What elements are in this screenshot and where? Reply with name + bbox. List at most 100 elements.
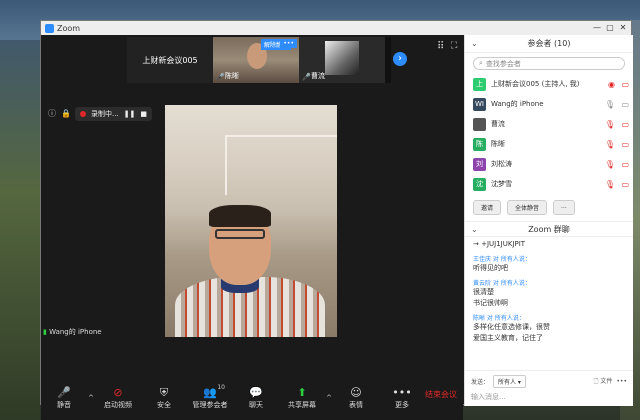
camera-off-icon[interactable]: ▭	[621, 140, 629, 149]
security-button[interactable]: ⛨ 安全	[141, 386, 187, 410]
chevron-down-icon[interactable]: ⌄	[471, 225, 478, 234]
chat-message-text: 多样化任意选修课，很赞 爱国主义教育，记住了	[473, 323, 550, 342]
participants-button[interactable]: 👥 10 管理参会者	[187, 383, 233, 410]
chat-message: 王佳庆 对 所有人说： 听得见的吧	[473, 254, 625, 274]
invite-button[interactable]: 邀请	[473, 200, 502, 215]
avatar: 刘	[473, 157, 486, 171]
mic-muted-icon: 🎤	[302, 73, 311, 81]
stop-recording-button[interactable]: ■	[140, 110, 147, 118]
recipient-select[interactable]: 所有人 ▾	[493, 375, 526, 388]
reactions-label: 表情	[349, 400, 363, 409]
side-panel: ⌄ 参会者 (10) ⌕ 查找参会者 上 上财新会议005 (主持人, 我) ◉…	[464, 35, 633, 406]
camera-icon[interactable]: ▭	[621, 100, 629, 109]
chat-button[interactable]: 💬 聊天	[233, 386, 279, 410]
signal-icon: ▮	[43, 328, 47, 336]
mute-button[interactable]: 🎤 静音	[41, 386, 87, 410]
video-off-icon: ⊘	[113, 385, 123, 399]
mic-active-icon[interactable]: ◉	[608, 80, 615, 89]
chat-message-sender: 黄云阶 对 所有人说：	[473, 280, 531, 287]
mute-label: 静音	[57, 400, 71, 409]
participant-tile[interactable]: 🎤 曹流	[299, 37, 385, 83]
participant-name: Wang的 iPhone	[491, 100, 544, 108]
end-meeting-button[interactable]: 结束会议	[425, 389, 457, 400]
chat-messages: → +JUJ1JUKJPIT 王佳庆 对 所有人说： 听得见的吧 黄云阶 对 所…	[465, 237, 633, 350]
participants-more-button[interactable]: ...	[553, 200, 575, 215]
gallery-view-icon[interactable]: ⠿	[437, 41, 444, 52]
chat-message: 陈晰 对 所有人说： 多样化任意选修课，很赞 爱国主义教育，记住了	[473, 313, 625, 344]
search-icon: ⌕	[479, 59, 483, 67]
shield-icon: ⛨	[159, 385, 169, 399]
mic-muted-icon[interactable]: 🎙	[605, 180, 615, 189]
microphone-icon[interactable]: 🎙	[605, 100, 615, 109]
participant-tile[interactable]: 解除静音 ••• 🎤 陈晰	[213, 37, 299, 83]
camera-off-icon[interactable]: ▭	[621, 180, 629, 189]
ceiling-detail	[225, 135, 337, 195]
participant-name: 陈晰	[225, 72, 239, 80]
chat-message-sender: 陈晰 对 所有人说：	[473, 315, 525, 322]
participant-row[interactable]: 刘 刘松涛 🎙 ▭	[465, 154, 633, 174]
maximize-button[interactable]: ▢	[604, 22, 616, 33]
speaker-glasses	[215, 229, 265, 239]
camera-off-icon[interactable]: ▭	[621, 120, 629, 129]
recording-dot-icon	[80, 111, 86, 117]
tile-more-button[interactable]: •••	[280, 39, 297, 48]
zoom-window: Zoom — ▢ ✕ 上财新会议005 解除静音 ••• 🎤 陈晰 🎤 曹流 ›…	[40, 20, 633, 420]
share-options-caret[interactable]: ^	[325, 394, 333, 402]
info-icon[interactable]: ⓘ	[47, 109, 57, 119]
minimize-button[interactable]: —	[591, 22, 603, 33]
speaker-hair	[209, 205, 271, 227]
participant-row[interactable]: 沈 沈梦雪 🎙 ▭	[465, 174, 633, 194]
audio-options-caret[interactable]: ^	[87, 394, 95, 402]
participant-row[interactable]: 上 上财新会议005 (主持人, 我) ◉ ▭	[465, 74, 633, 94]
meeting-info-row: ⓘ 🔒 录制中... ❚❚ ■	[47, 107, 153, 121]
share-screen-icon: ⬆	[297, 385, 307, 399]
mic-muted-icon[interactable]: 🎙	[605, 160, 615, 169]
fullscreen-icon[interactable]: ⛶	[451, 41, 457, 51]
reactions-button[interactable]: ☺ 表情	[333, 386, 379, 410]
chat-message-text: 听得见的吧	[473, 264, 508, 272]
pause-recording-button[interactable]: ❚❚	[124, 110, 136, 118]
chat-input[interactable]: 输入消息...	[471, 392, 627, 402]
lock-icon[interactable]: 🔒	[61, 109, 71, 119]
participant-search-input[interactable]: ⌕ 查找参会者	[473, 57, 625, 70]
file-button[interactable]: 🗋 文件	[594, 376, 613, 387]
participant-list: 上 上财新会议005 (主持人, 我) ◉ ▭ WI Wang的 iPhone …	[465, 74, 633, 194]
file-label: 文件	[600, 378, 613, 385]
active-speaker-video	[165, 105, 337, 337]
chevron-down-icon[interactable]: ⌄	[471, 39, 478, 48]
chat-label: 聊天	[249, 400, 263, 409]
close-button[interactable]: ✕	[617, 22, 629, 33]
start-video-button[interactable]: ⊘ 启动视频	[95, 386, 141, 410]
desktop-background-left	[0, 40, 40, 420]
camera-off-icon[interactable]: ▭	[621, 160, 629, 169]
mic-muted-icon[interactable]: 🎙	[605, 140, 615, 149]
camera-off-icon[interactable]: ▭	[621, 80, 629, 89]
share-screen-button[interactable]: ⬆ 共享屏幕	[279, 386, 325, 410]
chat-icon: 💬	[249, 385, 263, 399]
video-area: 上财新会议005 解除静音 ••• 🎤 陈晰 🎤 曹流 › ⠿ ⛶ ⓘ 🔒 录制…	[41, 35, 463, 420]
participant-row[interactable]: 陈 陈晰 🎙 ▭	[465, 134, 633, 154]
avatar: 陈	[473, 137, 486, 151]
avatar	[473, 117, 486, 131]
participants-count: 10	[217, 383, 225, 391]
participant-name: 陈晰	[491, 140, 505, 148]
participant-row[interactable]: WI Wang的 iPhone 🎙 ▭	[465, 94, 633, 114]
security-label: 安全	[157, 400, 171, 409]
mic-muted-icon: 🎤	[216, 73, 225, 81]
more-icon: •••	[392, 385, 412, 399]
chat-header: ⌄ Zoom 群聊	[465, 221, 633, 237]
mute-all-button[interactable]: 全体静音	[507, 200, 548, 215]
participants-title: 参会者 (10)	[527, 39, 571, 48]
share-screen-label: 共享屏幕	[288, 400, 316, 409]
zoom-app-icon	[45, 23, 54, 33]
emoji-icon: ☺	[350, 385, 362, 399]
video-label: ▮ Wang的 iPhone	[43, 327, 102, 337]
next-page-icon[interactable]: ›	[393, 52, 407, 66]
participant-row[interactable]: 曹流 🎙 ▭	[465, 114, 633, 134]
more-button[interactable]: ••• 更多	[379, 386, 425, 410]
meeting-name: 上财新会议005	[142, 55, 198, 65]
chat-more-icon[interactable]: •••	[616, 378, 627, 385]
avatar: 沈	[473, 177, 486, 191]
meeting-name-tile[interactable]: 上财新会议005	[127, 37, 213, 83]
mic-muted-icon[interactable]: 🎙	[605, 120, 615, 129]
